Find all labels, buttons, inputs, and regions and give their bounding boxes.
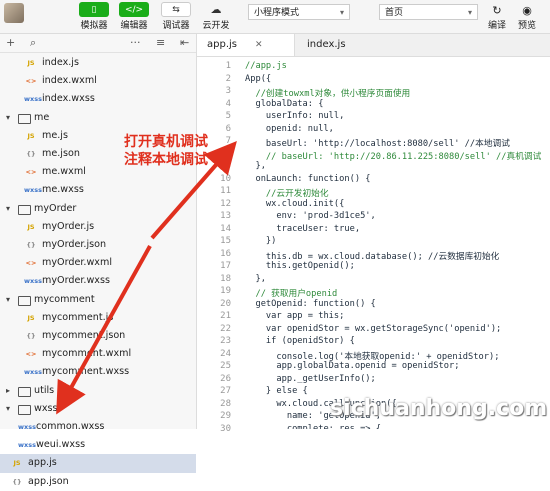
file-item[interactable]: {} app.json <box>0 473 196 491</box>
file-item[interactable]: wxss weui.wxss <box>0 436 196 454</box>
annotation-line2: 注释本地调试 <box>124 152 208 168</box>
annotation-arrows <box>56 140 237 415</box>
arrow-to-appjs <box>56 245 152 415</box>
annotation-line1: 打开真机调试 <box>124 134 208 150</box>
file-item[interactable]: JS app.js <box>0 454 196 473</box>
file-type-icon: {} <box>12 477 22 486</box>
file-type-icon: JS <box>13 459 21 468</box>
file-type-icon: wxss <box>18 441 36 450</box>
watermark: sichuanhong.com <box>330 396 548 421</box>
